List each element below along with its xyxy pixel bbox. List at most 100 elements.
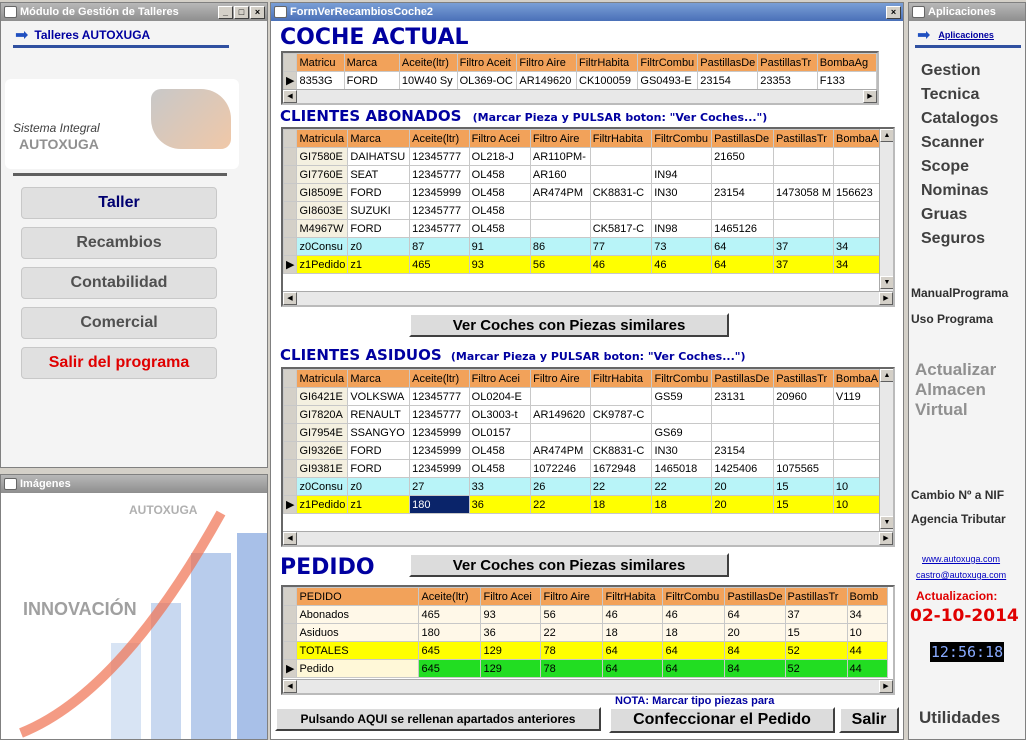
close-button[interactable]: × [250, 5, 265, 19]
cell[interactable] [651, 201, 713, 220]
cell[interactable]: 12345777 [409, 147, 470, 166]
column-header[interactable]: Filtro Acei [480, 587, 542, 606]
column-header[interactable]: FiltrCombu [637, 53, 699, 72]
scroll-left-icon[interactable]: ◀ [283, 532, 297, 545]
cell[interactable]: 465 [409, 255, 470, 274]
cell[interactable]: GI8509E [296, 183, 349, 202]
cell[interactable]: 21650 [711, 147, 774, 166]
cell[interactable]: OL458 [468, 183, 531, 202]
column-header[interactable]: Aceite(ltr) [409, 369, 470, 388]
cell[interactable]: Pedido [296, 659, 420, 678]
cell[interactable]: OL458 [468, 201, 531, 220]
cell[interactable]: OL458 [468, 165, 531, 184]
cell[interactable]: 56 [529, 255, 591, 274]
cell[interactable] [773, 441, 834, 460]
column-header[interactable]: Filtro Acei [468, 369, 532, 388]
cell[interactable]: 37 [772, 255, 835, 274]
cell[interactable]: FORD [347, 459, 411, 478]
cell[interactable]: 465 [418, 605, 482, 624]
table-row[interactable]: Abonados 465 93 56 46 46 64 37 34 [283, 605, 888, 624]
horizontal-scrollbar[interactable]: ◀ ▶ [283, 291, 893, 305]
cell[interactable]: 12345999 [409, 183, 470, 202]
menu-salir-button[interactable]: Salir del programa [21, 347, 217, 379]
cell[interactable]: AR160 [529, 165, 591, 184]
cell[interactable] [711, 423, 775, 442]
rellenar-button[interactable]: Pulsando AQUI se rellenan apartados ante… [275, 707, 601, 731]
cell[interactable]: IN30 [651, 441, 713, 460]
cell[interactable]: OL458 [468, 459, 532, 478]
cell[interactable]: z0 [347, 237, 411, 256]
cell[interactable] [589, 387, 653, 406]
cell[interactable]: AR149620 [516, 71, 578, 90]
cell[interactable] [589, 423, 653, 442]
cell[interactable]: 37 [784, 605, 848, 624]
app-nominas[interactable]: Nominas [921, 182, 989, 200]
cell[interactable]: 33 [468, 477, 532, 496]
cell[interactable]: 46 [651, 255, 713, 274]
cell[interactable]: 1672948 [589, 459, 653, 478]
cell[interactable]: 26 [530, 477, 591, 496]
cell[interactable]: z0Consu [296, 477, 349, 496]
cell[interactable] [529, 219, 591, 238]
cell[interactable] [530, 423, 591, 442]
cell[interactable]: Asiduos [296, 623, 420, 642]
cell[interactable]: AR474PM [529, 183, 591, 202]
cell[interactable]: CK9787-C [589, 405, 653, 424]
cell[interactable]: IN94 [651, 165, 713, 184]
column-header[interactable]: Filtro Aire [540, 587, 604, 606]
cell[interactable]: 22 [530, 495, 591, 514]
cell[interactable]: 22 [589, 477, 653, 496]
cell[interactable]: 27 [409, 477, 470, 496]
cell[interactable] [530, 387, 591, 406]
table-row[interactable]: GI9381E FORD 12345999 OL458 1072246 1672948 14… [283, 459, 893, 478]
app-scope[interactable]: Scope [921, 158, 969, 176]
cell[interactable]: CK100059 [576, 71, 639, 90]
column-header[interactable]: Marca [347, 369, 411, 388]
horizontal-scrollbar[interactable]: ◀ ▶ [283, 531, 893, 545]
menu-contabilidad-button[interactable]: Contabilidad [21, 267, 217, 299]
cell[interactable]: OL0157 [468, 423, 532, 442]
cell[interactable] [651, 405, 713, 424]
cell[interactable]: FORD [347, 219, 411, 238]
cell[interactable]: 645 [418, 641, 482, 660]
cell[interactable]: 20960 [773, 387, 834, 406]
table-row[interactable]: ▶ Pedido 645 129 78 64 64 84 52 44 [283, 659, 888, 678]
cell[interactable]: 10 [846, 623, 888, 642]
column-header[interactable]: PastillasDe [711, 129, 774, 148]
cell[interactable]: 64 [662, 659, 726, 678]
table-row[interactable]: GI8509E FORD 12345999 OL458 AR474PM CK8831-C I… [283, 183, 893, 202]
column-header[interactable]: FiltrHabita [576, 53, 639, 72]
cell[interactable]: z0 [347, 477, 411, 496]
cell[interactable]: M4967W [296, 219, 349, 238]
cell[interactable] [651, 147, 713, 166]
column-header[interactable]: PastillasTr [773, 369, 834, 388]
cell[interactable]: GI7954E [296, 423, 349, 442]
table-row[interactable]: GI7820A RENAULT 12345777 OL3003-t AR149620 CK… [283, 405, 893, 424]
web-link[interactable]: www.autoxuga.com [922, 554, 1000, 564]
horizontal-scrollbar[interactable]: ◀ ▶ [283, 679, 893, 693]
column-header[interactable]: PastillasTr [784, 587, 848, 606]
column-header[interactable]: Aceite(ltr) [398, 53, 458, 72]
cell[interactable]: GI7580E [296, 147, 349, 166]
cell[interactable]: FORD [347, 183, 411, 202]
cell[interactable]: OL458 [468, 441, 532, 460]
table-row[interactable]: ▶ z1Pedido z1 180 36 22 18 18 20 15 10 [283, 495, 893, 514]
cell[interactable]: 23154 [697, 71, 759, 90]
scroll-right-icon[interactable]: ▶ [863, 90, 877, 103]
cell[interactable]: z1 [347, 255, 411, 274]
app-scanner[interactable]: Scanner [921, 134, 984, 152]
ver-coches-button[interactable]: Ver Coches con Piezas similares [409, 313, 729, 337]
close-button[interactable]: × [886, 5, 901, 19]
coche-actual-grid[interactable]: Matricu Marca Aceite(ltr) Filtro Aceit F… [281, 51, 879, 105]
column-header[interactable]: Aceite(ltr) [409, 129, 470, 148]
cell[interactable]: 22 [651, 477, 713, 496]
column-header[interactable]: Bomb [846, 587, 888, 606]
cell[interactable]: GI8603E [296, 201, 349, 220]
ver-coches-button-2[interactable]: Ver Coches con Piezas similares [409, 553, 729, 577]
cell[interactable]: 34 [846, 605, 888, 624]
cell[interactable]: F133 [816, 71, 877, 90]
table-row[interactable]: GI8603E SUZUKI 12345777 OL458 [283, 201, 893, 220]
table-row[interactable]: GI7580E DAIHATSU 12345777 OL218-J AR110PM- 21… [283, 147, 893, 166]
cell[interactable]: 87 [409, 237, 470, 256]
cell[interactable]: 12345777 [409, 219, 470, 238]
